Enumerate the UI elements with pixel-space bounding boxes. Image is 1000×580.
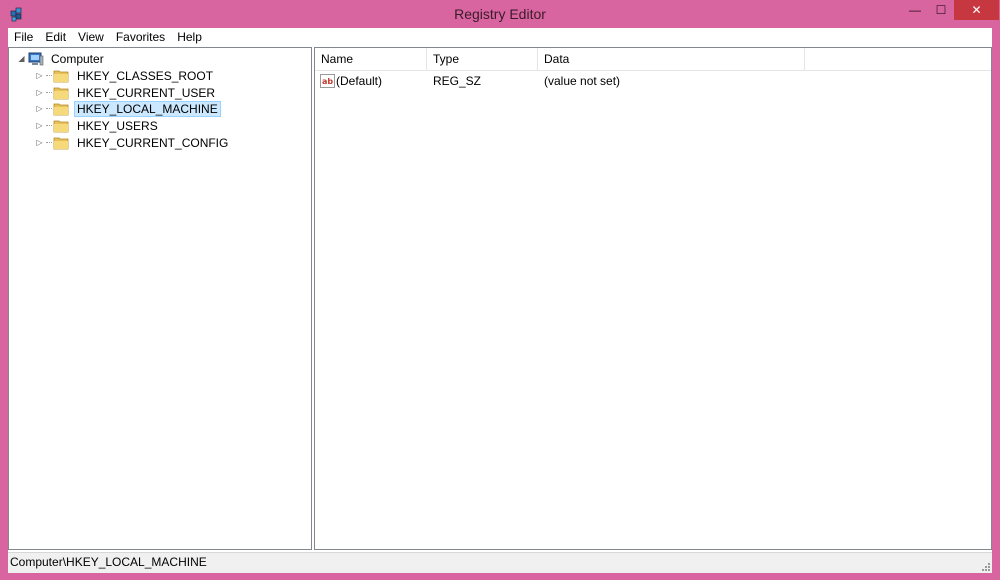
menu-favorites[interactable]: Favorites xyxy=(110,28,171,47)
folder-icon xyxy=(53,87,69,99)
column-header-type[interactable]: Type xyxy=(427,48,538,71)
tree-node-hkey-current-user[interactable]: ▷ HKEY_CURRENT_USER xyxy=(35,84,218,101)
menu-edit[interactable]: Edit xyxy=(39,28,72,47)
folder-icon xyxy=(53,120,69,132)
computer-icon xyxy=(28,52,44,65)
column-header-name[interactable]: Name xyxy=(315,48,427,71)
tree-node-label: HKEY_USERS xyxy=(77,118,158,133)
menu-view[interactable]: View xyxy=(72,28,110,47)
key-tree-pane[interactable]: ◢ Computer ▷ HKEY_CLASSES_ROOT ▷ HKEY_CU… xyxy=(8,47,312,550)
menu-bar: File Edit View Favorites Help xyxy=(8,28,992,48)
tree-connector xyxy=(46,92,52,93)
status-path: Computer\HKEY_LOCAL_MACHINE xyxy=(10,555,207,569)
registry-editor-window: Registry Editor — ☐ ✕ File Edit View Fav… xyxy=(0,0,1000,580)
string-value-icon: ab xyxy=(320,74,335,88)
expand-arrow-icon[interactable]: ▷ xyxy=(35,71,44,80)
tree-connector xyxy=(46,108,52,109)
maximize-button[interactable]: ☐ xyxy=(928,0,954,20)
tree-node-hkey-classes-root[interactable]: ▷ HKEY_CLASSES_ROOT xyxy=(35,67,216,84)
tree-node-hkey-users[interactable]: ▷ HKEY_USERS xyxy=(35,117,161,134)
tree-node-label: HKEY_CURRENT_CONFIG xyxy=(77,135,229,150)
menu-help[interactable]: Help xyxy=(171,28,208,47)
minimize-button[interactable]: — xyxy=(902,0,928,20)
column-header-data[interactable]: Data xyxy=(538,48,805,71)
folder-icon xyxy=(53,137,69,149)
main-content: ◢ Computer ▷ HKEY_CLASSES_ROOT ▷ HKEY_CU… xyxy=(8,47,992,552)
tree-connector xyxy=(46,75,52,76)
title-bar[interactable]: Registry Editor — ☐ ✕ xyxy=(0,0,1000,28)
tree-node-hkey-local-machine[interactable]: ▷ HKEY_LOCAL_MACHINE xyxy=(35,100,221,117)
svg-text:ab: ab xyxy=(322,77,333,86)
tree-connector xyxy=(46,125,52,126)
value-data: (value not set) xyxy=(544,74,621,88)
expand-arrow-icon[interactable]: ▷ xyxy=(35,138,44,147)
column-header-empty xyxy=(805,48,991,71)
menu-file[interactable]: File xyxy=(8,28,39,47)
value-type: REG_SZ xyxy=(433,74,482,88)
tree-connector xyxy=(46,142,52,143)
resize-grip-icon[interactable] xyxy=(980,561,990,571)
tree-node-hkey-current-config[interactable]: ▷ HKEY_CURRENT_CONFIG xyxy=(35,134,231,151)
expand-arrow-icon[interactable]: ▷ xyxy=(35,104,44,113)
status-bar: Computer\HKEY_LOCAL_MACHINE xyxy=(8,552,992,573)
tree-node-label: HKEY_CURRENT_USER xyxy=(77,85,216,100)
close-button[interactable]: ✕ xyxy=(954,0,999,20)
folder-icon xyxy=(53,103,69,115)
tree-node-computer[interactable]: ◢ Computer xyxy=(17,50,107,67)
collapse-arrow-icon[interactable]: ◢ xyxy=(17,54,26,63)
values-list-pane[interactable]: Name Type Data ab (Default) REG_SZ (valu… xyxy=(314,47,992,550)
list-item[interactable]: ab (Default) REG_SZ (value not set) xyxy=(315,73,991,90)
tree-node-label: Computer xyxy=(51,51,104,66)
expand-arrow-icon[interactable]: ▷ xyxy=(35,121,44,130)
expand-arrow-icon[interactable]: ▷ xyxy=(35,88,44,97)
tree-node-label: HKEY_CLASSES_ROOT xyxy=(77,68,214,83)
window-title: Registry Editor xyxy=(454,6,546,22)
folder-icon xyxy=(53,70,69,82)
value-name: (Default) xyxy=(336,74,383,88)
tree-node-label-selected: HKEY_LOCAL_MACHINE xyxy=(74,100,221,117)
